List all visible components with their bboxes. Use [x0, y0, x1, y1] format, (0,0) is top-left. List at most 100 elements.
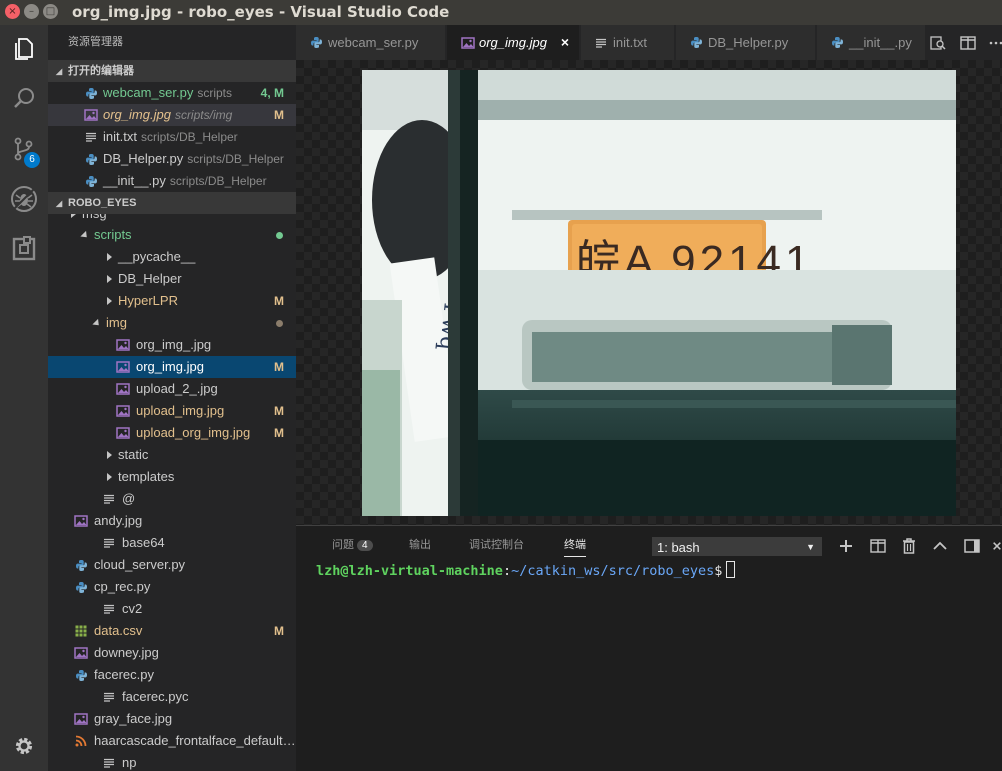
editor-tab[interactable]: DB_Helper.py	[676, 25, 816, 60]
activity-explorer[interactable]	[0, 25, 48, 73]
chevron-right-icon	[102, 246, 116, 268]
maximize-panel-button[interactable]	[930, 536, 950, 556]
image-icon	[74, 642, 88, 664]
tree-item-label: np	[122, 755, 137, 770]
python-icon	[74, 664, 88, 686]
window-maximize-button[interactable]: □	[43, 4, 58, 19]
tree-item[interactable]: upload_img.jpg M	[48, 400, 296, 422]
tree-item[interactable]: upload_org_img.jpg M	[48, 422, 296, 444]
tree-item-label: base64	[122, 535, 165, 550]
tree-item[interactable]: templates	[48, 466, 296, 488]
tree-item[interactable]: np	[48, 752, 296, 771]
tree-item-label: __pycache__	[118, 249, 196, 264]
toggle-panel-position-button[interactable]	[962, 536, 982, 556]
window-close-button[interactable]: ×	[5, 4, 20, 19]
open-editor-path: scripts/DB_Helper	[169, 174, 267, 188]
kill-terminal-button[interactable]	[899, 536, 919, 556]
scm-badge: 6	[24, 152, 40, 168]
python-icon	[74, 554, 88, 576]
git-decoration: M	[274, 294, 284, 308]
tree-item[interactable]: DB_Helper	[48, 268, 296, 290]
tree-item-label: org_img.jpg	[136, 359, 204, 374]
open-editor-item[interactable]: DB_Helper.py scripts/DB_Helper	[48, 148, 296, 170]
panel-tab[interactable]: 输出	[409, 536, 431, 552]
new-terminal-button[interactable]	[836, 536, 856, 556]
explorer-title: 资源管理器	[68, 36, 123, 48]
tree-item[interactable]: img	[48, 312, 296, 334]
open-editor-item[interactable]: init.txt scripts/DB_Helper	[48, 126, 296, 148]
tab-label: init.txt	[613, 35, 647, 50]
activity-settings[interactable]	[0, 722, 48, 770]
tab-label: webcam_ser.py	[328, 35, 419, 50]
activity-source-control[interactable]: 6	[0, 125, 48, 173]
chevron-right-icon	[102, 444, 116, 466]
project-label: ROBO_EYES	[68, 197, 137, 209]
project-header[interactable]: ◢ ROBO_EYES	[48, 192, 296, 214]
tree-item[interactable]: haarcascade_frontalface_default…	[48, 730, 296, 752]
activity-search[interactable]	[0, 75, 48, 123]
tree-item-partial[interactable]: msg	[48, 214, 296, 224]
image-icon	[116, 378, 130, 400]
tree-item[interactable]: downey.jpg	[48, 642, 296, 664]
panel-tab[interactable]: 问题 4	[332, 536, 373, 552]
tree-item-label: cloud_server.py	[94, 557, 186, 572]
tab-close-button[interactable]: ×	[561, 25, 569, 60]
split-editor-icon	[960, 35, 976, 50]
window-minimize-button[interactable]: –	[24, 4, 39, 19]
close-icon	[993, 542, 1001, 550]
open-editor-item[interactable]: __init__.py scripts/DB_Helper	[48, 170, 296, 192]
editor-tab[interactable]: __init__.py	[817, 25, 926, 60]
tree-item[interactable]: org_img_.jpg	[48, 334, 296, 356]
tree-item[interactable]: facerec.pyc	[48, 686, 296, 708]
tree-item[interactable]: upload_2_.jpg	[48, 378, 296, 400]
more-actions-button[interactable]	[984, 25, 1002, 60]
open-preview-button[interactable]	[926, 25, 950, 60]
tree-item[interactable]: data.csv M	[48, 620, 296, 642]
split-editor-button[interactable]	[956, 25, 980, 60]
csv-icon	[74, 620, 88, 642]
tree-item[interactable]: base64	[48, 532, 296, 554]
tree-item[interactable]: andy.jpg	[48, 510, 296, 532]
git-decoration: M	[274, 404, 284, 418]
tree-item[interactable]: cloud_server.py	[48, 554, 296, 576]
plus-icon	[840, 540, 852, 552]
terminal-prompt[interactable]: lzh@lzh-virtual-machine:~/catkin_ws/src/…	[316, 561, 736, 579]
text-file-icon	[595, 25, 607, 60]
text-file-icon	[84, 126, 98, 148]
git-decoration: M	[274, 108, 284, 122]
chevron-down-icon: ▼	[806, 542, 815, 552]
tree-item[interactable]: cp_rec.py	[48, 576, 296, 598]
editor-tab[interactable]: org_img.jpg ×	[447, 25, 580, 60]
tree-item[interactable]: __pycache__	[48, 246, 296, 268]
open-editor-item[interactable]: webcam_ser.py scripts 4, M	[48, 82, 296, 104]
tree-item[interactable]: gray_face.jpg	[48, 708, 296, 730]
tree-item-label: andy.jpg	[94, 513, 143, 528]
tree-item[interactable]: static	[48, 444, 296, 466]
terminal-select[interactable]: 1: bash ▼	[652, 537, 822, 556]
open-editor-item[interactable]: org_img.jpg scripts/img M	[48, 104, 296, 126]
tree-item[interactable]: @	[48, 488, 296, 510]
open-editor-path: scripts	[197, 86, 232, 100]
activity-extensions[interactable]	[0, 225, 48, 273]
panel-tab[interactable]: 调试控制台	[469, 536, 524, 552]
open-editors-header[interactable]: ◢ 打开的编辑器	[48, 60, 296, 82]
chevron-right-icon	[102, 268, 116, 290]
panel-tab-label: 终端	[564, 539, 586, 551]
activity-debug[interactable]	[0, 175, 48, 223]
license-plate-photo: Pwq 皖A 92141	[362, 70, 956, 516]
panel-tab-label: 调试控制台	[469, 539, 524, 551]
tree-item[interactable]: cv2	[48, 598, 296, 620]
panel-tab[interactable]: 终端	[564, 536, 586, 557]
tree-item-label: static	[118, 447, 149, 462]
tree-item[interactable]: scripts	[48, 224, 296, 246]
tree-item[interactable]: facerec.py	[48, 664, 296, 686]
panel-tab-label: 问题	[332, 539, 354, 551]
editor-tab[interactable]: webcam_ser.py	[296, 25, 446, 60]
more-icon	[989, 41, 1002, 44]
tree-item[interactable]: org_img.jpg M	[48, 356, 296, 378]
tree-item[interactable]: HyperLPR M	[48, 290, 296, 312]
editor-tab[interactable]: init.txt	[581, 25, 675, 60]
close-panel-button[interactable]	[992, 536, 1002, 556]
tree-item-label: msg	[82, 214, 107, 224]
split-terminal-button[interactable]	[868, 536, 888, 556]
